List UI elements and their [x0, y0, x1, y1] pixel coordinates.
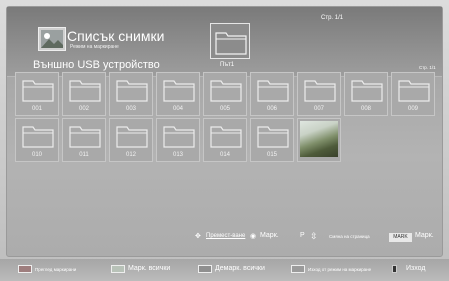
device-label: Външно USB устройство: [33, 59, 160, 71]
move-hint: Премест-ване: [206, 233, 246, 239]
folder-tile[interactable]: 011: [62, 118, 106, 162]
folder-tile[interactable]: 009: [391, 72, 435, 116]
tile-label: 004: [172, 106, 183, 112]
folder-tile[interactable]: 004: [156, 72, 200, 116]
tile-label: 010: [31, 152, 42, 158]
mark-hint: Марк.: [260, 232, 279, 239]
folder-tile[interactable]: 012: [109, 118, 153, 162]
page-indicator-right: Стр. 1/1: [419, 65, 436, 70]
page-change-hint: Смяна на страница: [329, 234, 370, 239]
mode-label: Режим на маркиране: [70, 44, 119, 50]
tile-label: 011: [79, 152, 89, 158]
red-key-label: Преглед маркирани: [35, 266, 77, 272]
folder-tile[interactable]: 008: [344, 72, 388, 116]
mark-hint-2: Марк.: [415, 232, 434, 239]
folder-tile[interactable]: 014: [203, 118, 247, 162]
tile-label: 014: [219, 152, 230, 158]
exit-key-label: Изход: [406, 265, 426, 272]
tv-screen: Списък снимки Режим на маркиране Външно …: [0, 0, 449, 281]
red-key-icon: [18, 265, 32, 273]
folder-tile[interactable]: 015: [250, 118, 294, 162]
mark-key-icon: MARK: [389, 233, 412, 242]
folder-tile[interactable]: 010: [15, 118, 59, 162]
green-key-label: Марк. всички: [128, 265, 171, 272]
photo-app-icon: [38, 27, 66, 51]
select-circle-icon: ◉: [250, 233, 257, 240]
blue-key-icon: [291, 265, 305, 273]
green-key-icon: [111, 265, 125, 273]
tile-label: 013: [172, 152, 183, 158]
thumbnail-grid: 001 002 003 004 005 006 007 008 009 010 011 012 013 0…: [15, 72, 440, 177]
blue-key-label: Изход от режим на маркиране: [308, 266, 372, 272]
folder-tile[interactable]: 013: [156, 118, 200, 162]
path-label: Път1: [220, 62, 235, 68]
tile-label: 002: [78, 106, 89, 112]
header: Списък снимки Режим на маркиране Външно …: [7, 7, 442, 77]
folder-tile[interactable]: 007: [297, 72, 341, 116]
yellow-key-label: Демарк. всички: [215, 265, 265, 272]
page-updown-icon: ⇳: [310, 231, 318, 241]
folder-tile[interactable]: 005: [203, 72, 247, 116]
photo-image: [300, 121, 338, 157]
tile-label: 012: [125, 152, 136, 158]
folder-tile[interactable]: 003: [109, 72, 153, 116]
tile-label: 005: [219, 106, 230, 112]
photo-thumbnail[interactable]: [297, 118, 341, 162]
page-prefix: P: [300, 232, 305, 239]
folder-tile[interactable]: 001: [15, 72, 59, 116]
tile-label: 008: [360, 106, 371, 112]
yellow-key-icon: [198, 265, 212, 273]
tile-label: 015: [266, 152, 277, 158]
page-indicator-top: Стр. 1/1: [321, 15, 344, 21]
move-arrows-icon: ✥: [195, 233, 201, 240]
exit-key-icon: [392, 265, 397, 273]
tile-label: 006: [266, 106, 277, 112]
tile-label: 007: [313, 106, 324, 112]
page-title: Списък снимки: [67, 28, 165, 44]
tile-label: 009: [407, 106, 418, 112]
footer-bar: Преглед маркирани Марк. всички Демарк. в…: [0, 259, 449, 281]
folder-preview-icon: [210, 23, 250, 59]
folder-tile[interactable]: 002: [62, 72, 106, 116]
folder-tile[interactable]: 006: [250, 72, 294, 116]
tile-label: 001: [31, 106, 42, 112]
tile-label: 003: [125, 106, 136, 112]
hint-bar: ✥ Премест-ване ◉ Марк. P ⇳ Смяна на стра…: [0, 231, 449, 244]
